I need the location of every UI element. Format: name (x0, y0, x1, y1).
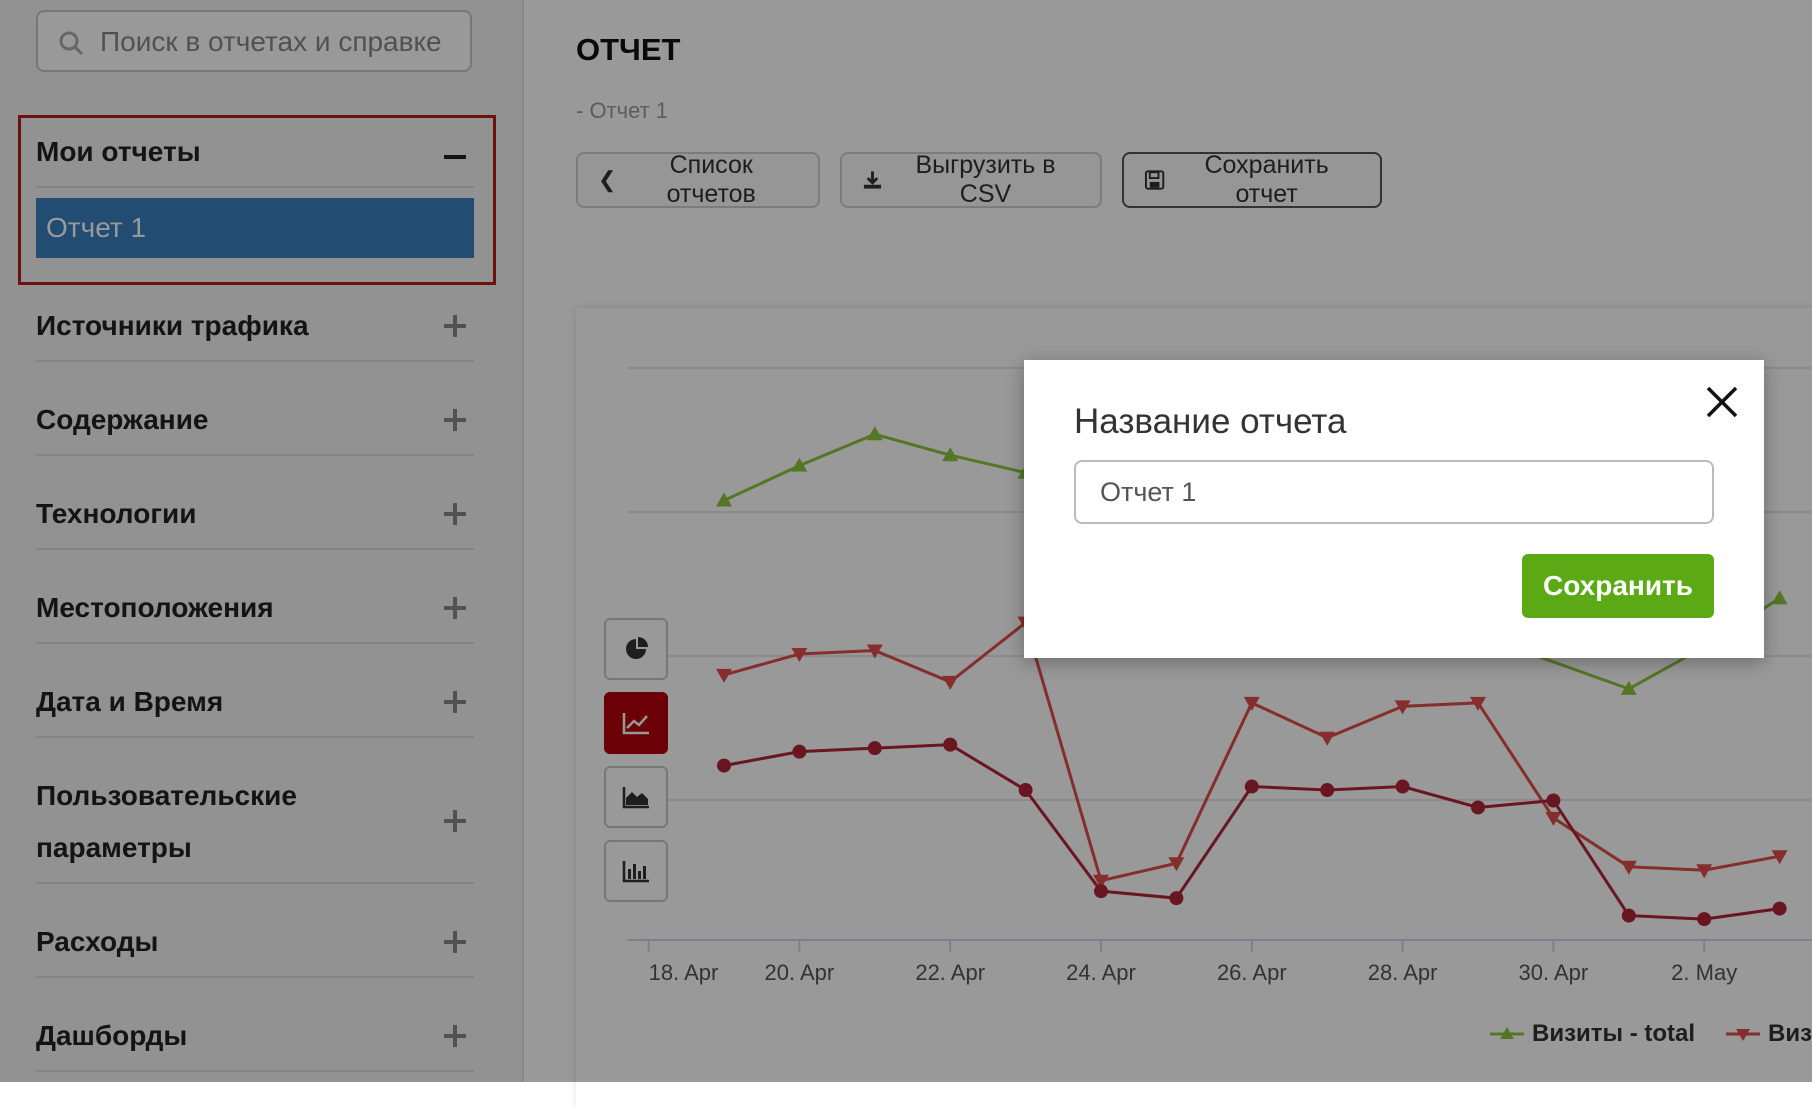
report-name-input[interactable] (1074, 460, 1714, 524)
modal-save-button[interactable]: Сохранить (1522, 554, 1714, 618)
modal-title: Название отчета (1074, 402, 1347, 441)
close-icon[interactable] (1702, 382, 1742, 422)
save-report-modal: Название отчета Сохранить (1024, 360, 1764, 658)
